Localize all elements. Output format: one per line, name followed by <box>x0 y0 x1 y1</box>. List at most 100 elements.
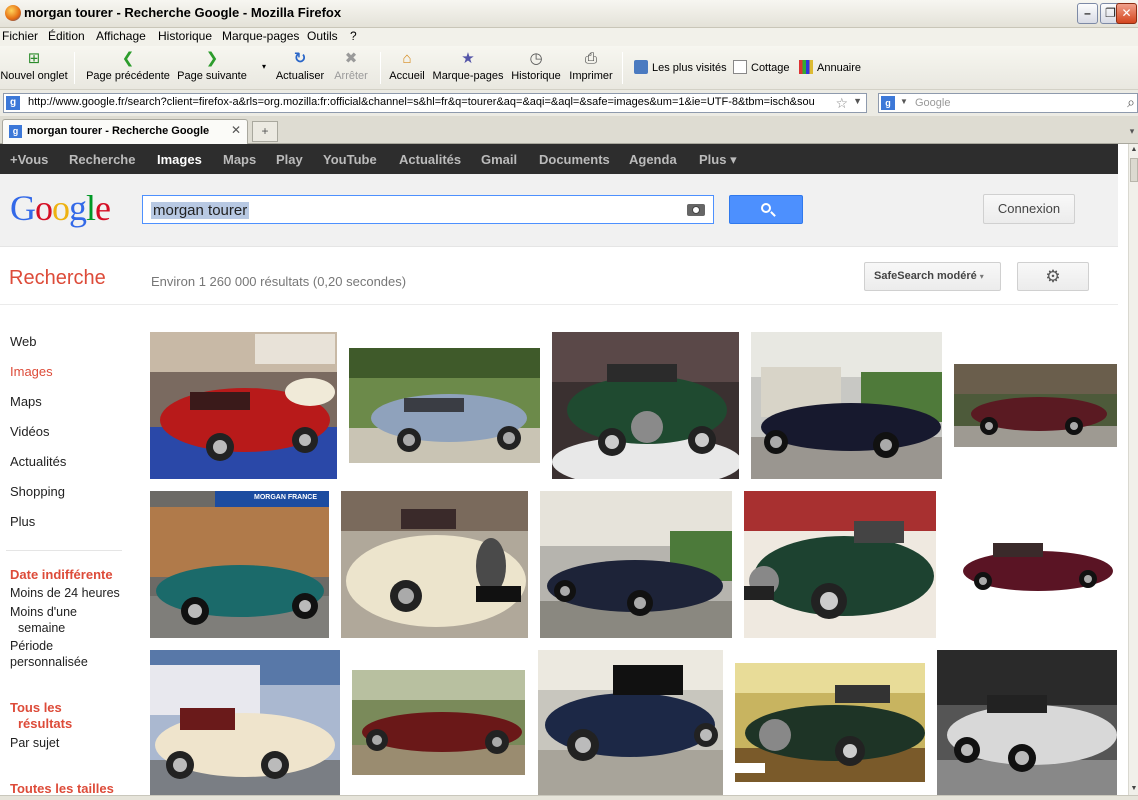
gbar-images[interactable]: Images <box>157 152 202 167</box>
reload-button[interactable]: ↻ Actualiser <box>274 50 326 88</box>
image-result[interactable] <box>538 650 723 795</box>
search-engine-placeholder: Google <box>915 97 951 109</box>
image-result[interactable] <box>352 670 525 775</box>
google-favicon: g <box>9 125 22 138</box>
engine-dropdown-icon[interactable]: ▼ <box>900 97 908 106</box>
new-tab-button[interactable]: ⊞ Nouvel onglet <box>0 50 68 88</box>
result-stats: Environ 1 260 000 résultats (0,20 second… <box>151 274 407 289</box>
gear-icon[interactable]: ⚙ <box>1017 262 1089 291</box>
gbar-recherche[interactable]: Recherche <box>69 152 135 167</box>
url-text[interactable]: http://www.google.fr/search?client=firef… <box>28 96 834 108</box>
bookmark-annuaire[interactable]: Annuaire <box>799 60 861 78</box>
nav-videos[interactable]: Vidéos <box>10 424 50 439</box>
image-result[interactable] <box>948 523 1117 607</box>
filter-week-line2[interactable]: semaine <box>18 620 65 636</box>
filter-results-header-line2[interactable]: résultats <box>18 716 72 732</box>
filter-24h[interactable]: Moins de 24 heures <box>10 585 120 601</box>
gbar-actualites[interactable]: Actualités <box>399 152 461 167</box>
menu-help[interactable]: ? <box>350 29 357 43</box>
image-result[interactable] <box>751 332 942 479</box>
google-favicon: g <box>6 96 20 110</box>
new-tab-plus-button[interactable]: + <box>252 121 278 142</box>
url-bar[interactable]: g http://www.google.fr/search?client=fir… <box>3 93 867 113</box>
bookmarks-button[interactable]: ★ Marque-pages <box>432 50 504 88</box>
google-engine-icon[interactable]: g <box>881 96 895 110</box>
bookmarks-icon: ★ <box>461 50 475 67</box>
gbar-play[interactable]: Play <box>276 152 303 167</box>
gbar-agenda[interactable]: Agenda <box>629 152 677 167</box>
image-result[interactable] <box>954 364 1117 447</box>
tab-google-search[interactable]: g morgan tourer - Recherche Google ✕ <box>2 119 248 144</box>
filter-period-line2[interactable]: personnalisée <box>10 654 88 670</box>
forward-button[interactable]: ❯ Page suivante <box>176 50 248 88</box>
printer-icon: ⎙ <box>584 50 597 67</box>
minimize-button[interactable]: – <box>1077 3 1098 24</box>
filter-week[interactable]: Moins d'une <box>10 604 77 620</box>
horizontal-scrollbar[interactable] <box>0 795 1138 800</box>
image-result[interactable]: MORGAN FRANCE <box>150 491 329 638</box>
filter-results-header[interactable]: Tous les <box>10 700 62 716</box>
menu-affichage[interactable]: Affichage <box>96 29 146 43</box>
history-dropdown[interactable]: ▾ <box>255 50 269 88</box>
search-button[interactable] <box>729 195 803 224</box>
menu-outils[interactable]: Outils <box>307 29 338 43</box>
close-button[interactable]: ✕ <box>1116 3 1137 24</box>
scroll-down-icon[interactable]: ▼ <box>1129 783 1138 795</box>
image-result[interactable] <box>150 650 340 795</box>
safesearch-button[interactable]: SafeSearch modéré ▾ <box>864 262 1001 291</box>
gbar-gmail[interactable]: Gmail <box>481 152 517 167</box>
gbar-youtube[interactable]: YouTube <box>323 152 377 167</box>
image-result[interactable] <box>349 348 540 463</box>
tab-list-icon[interactable]: ▾ <box>1126 121 1138 141</box>
tab-close-icon[interactable]: ✕ <box>231 123 241 137</box>
nav-plus[interactable]: Plus <box>10 514 35 529</box>
nav-web[interactable]: Web <box>10 334 37 349</box>
nav-shopping[interactable]: Shopping <box>10 484 65 499</box>
scrollbar-thumb[interactable] <box>1130 158 1138 182</box>
signin-button[interactable]: Connexion <box>983 194 1075 224</box>
gbar-documents[interactable]: Documents <box>539 152 610 167</box>
bookmark-most-visited[interactable]: Les plus visités <box>634 60 727 78</box>
search-query[interactable]: morgan tourer <box>151 202 250 219</box>
gbar-plus[interactable]: Plus ▾ <box>699 152 737 168</box>
nav-maps[interactable]: Maps <box>10 394 42 409</box>
filter-size-header[interactable]: Toutes les tailles <box>10 781 114 795</box>
print-button[interactable]: ⎙ Imprimer <box>568 50 614 88</box>
scroll-up-icon[interactable]: ▲ <box>1129 144 1138 156</box>
bookmark-cottage[interactable]: Cottage <box>733 60 790 78</box>
menu-fichier[interactable]: Fichier <box>2 29 38 43</box>
nav-images[interactable]: Images <box>10 364 53 379</box>
stop-button[interactable]: ✖ Arrêter <box>330 50 372 88</box>
nav-actualites[interactable]: Actualités <box>10 454 66 469</box>
dropdown-arrow-icon: ▾ <box>261 62 266 71</box>
window-titlebar: morgan tourer - Recherche Google - Mozil… <box>0 0 1138 28</box>
bookmark-star-icon[interactable]: ☆ <box>835 95 848 112</box>
back-button[interactable]: ❮ Page précédente <box>84 50 172 88</box>
menu-edition[interactable]: Édition <box>48 29 85 43</box>
menu-historique[interactable]: Historique <box>158 29 212 43</box>
home-button[interactable]: ⌂ Accueil <box>388 50 426 88</box>
menu-marque-pages[interactable]: Marque-pages <box>222 29 299 43</box>
image-result[interactable] <box>552 332 739 479</box>
gbar-maps[interactable]: Maps <box>223 152 256 167</box>
image-result[interactable] <box>937 650 1117 795</box>
filter-by-subject[interactable]: Par sujet <box>10 735 59 751</box>
location-bar-row: g http://www.google.fr/search?client=fir… <box>0 90 1138 116</box>
image-result[interactable] <box>150 332 337 479</box>
search-icon[interactable]: ⌕ <box>1127 94 1135 111</box>
image-result[interactable] <box>744 491 936 638</box>
filter-period[interactable]: Période <box>10 638 53 654</box>
most-visited-icon <box>634 60 648 74</box>
search-input[interactable]: morgan tourer <box>142 195 714 224</box>
gbar-plus-vous[interactable]: +Vous <box>10 152 48 167</box>
search-engine-box[interactable]: g ▼ Google ⌕ <box>878 93 1138 113</box>
image-result[interactable] <box>341 491 528 638</box>
history-button[interactable]: ◷ Historique <box>510 50 562 88</box>
vertical-scrollbar[interactable]: ▲ ▼ <box>1128 144 1138 795</box>
image-result[interactable] <box>735 663 925 782</box>
filter-date-header[interactable]: Date indifférente <box>10 567 113 583</box>
url-dropdown-icon[interactable]: ▼ <box>853 96 862 106</box>
google-logo[interactable]: Google <box>10 188 111 228</box>
image-result[interactable] <box>540 491 732 638</box>
camera-icon[interactable] <box>687 204 705 216</box>
